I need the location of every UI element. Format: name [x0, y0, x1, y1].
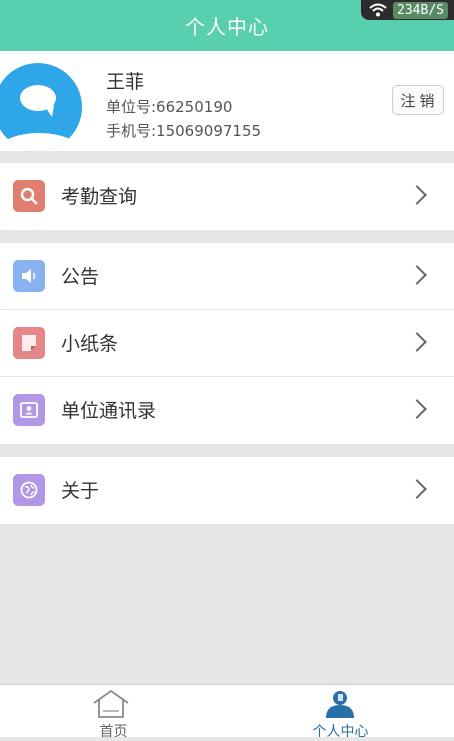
phone-number: 手机号:15069097155	[106, 122, 262, 140]
unit-number: 单位号:66250190	[106, 98, 233, 116]
avatar[interactable]	[0, 63, 82, 151]
status-bar: 234B/S	[361, 0, 454, 20]
speaker-icon	[13, 260, 45, 292]
profile-card: 王菲 单位号:66250190 手机号:15069097155 注销	[0, 51, 454, 151]
logout-button[interactable]: 注销	[392, 85, 444, 115]
menu-item-contacts[interactable]: 单位通讯录	[0, 377, 454, 444]
tab-home-label: 首页	[99, 724, 128, 740]
network-speed: 234B/S	[393, 1, 448, 19]
globe-icon	[13, 474, 45, 506]
menu-group-attendance: 考勤查询	[0, 163, 454, 230]
search-icon	[13, 180, 45, 212]
bottom-tab-bar: 首页 个人中心	[0, 684, 454, 740]
menu-group-main: 公告 小纸条 单位通讯录	[0, 243, 454, 444]
chevron-right-icon	[407, 185, 427, 205]
chevron-right-icon	[407, 399, 427, 419]
wifi-icon	[369, 3, 387, 17]
menu-item-label: 考勤查询	[61, 186, 138, 208]
tab-profile-label: 个人中心	[312, 724, 369, 740]
menu-item-label: 关于	[61, 480, 100, 502]
chevron-right-icon	[407, 265, 427, 285]
page-title: 个人中心	[185, 15, 269, 39]
menu-group-about: 关于	[0, 457, 454, 524]
menu-item-about[interactable]: 关于	[0, 457, 454, 524]
menu-item-attendance[interactable]: 考勤查询	[0, 163, 454, 230]
menu-item-notice[interactable]: 公告	[0, 243, 454, 310]
note-icon	[13, 327, 45, 359]
contacts-icon	[13, 394, 45, 426]
menu-item-label: 单位通讯录	[61, 400, 157, 422]
menu-item-label: 小纸条	[61, 333, 119, 355]
menu-item-note[interactable]: 小纸条	[0, 310, 454, 377]
chevron-right-icon	[407, 332, 427, 352]
user-icon	[326, 691, 354, 718]
tab-home[interactable]: 首页	[0, 685, 227, 740]
user-name: 王菲	[106, 71, 145, 93]
chevron-right-icon	[407, 479, 427, 499]
home-icon	[93, 689, 129, 718]
menu-item-label: 公告	[61, 266, 100, 288]
tab-profile[interactable]: 个人中心	[227, 685, 454, 740]
